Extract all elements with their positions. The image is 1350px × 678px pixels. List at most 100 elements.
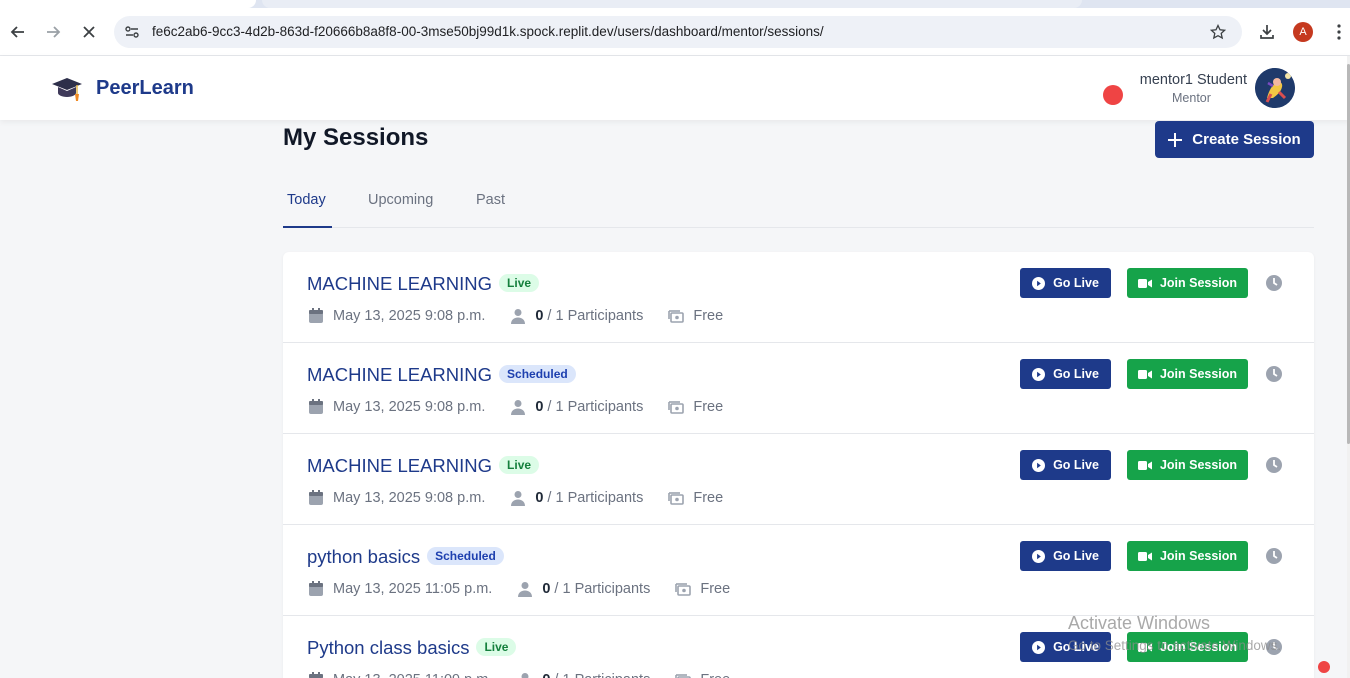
forward-icon[interactable]	[39, 18, 67, 46]
status-badge: Scheduled	[427, 547, 504, 565]
browser-tab-strip	[0, 0, 1350, 8]
session-card: MACHINE LEARNING Live May 13, 2025 9:08 p…	[283, 434, 1314, 525]
calendar-icon	[307, 580, 325, 598]
session-datetime: May 13, 2025 9:08 p.m.	[333, 399, 486, 415]
profile-avatar[interactable]: A	[1293, 22, 1313, 42]
back-icon[interactable]	[4, 18, 32, 46]
session-tabs: Today Upcoming Past	[283, 180, 1314, 228]
video-icon	[1137, 278, 1152, 288]
participants-joined: 0	[542, 581, 551, 597]
session-datetime: May 13, 2025 11:09 p.m.	[333, 672, 492, 678]
play-icon	[1032, 458, 1046, 472]
browser-tab[interactable]	[262, 0, 1082, 8]
user-icon	[509, 489, 527, 507]
star-icon[interactable]	[1208, 22, 1228, 42]
tab-past[interactable]: Past	[476, 192, 505, 208]
user-icon	[509, 307, 527, 325]
status-badge: Live	[499, 274, 540, 292]
status-dot	[1318, 661, 1330, 673]
session-datetime: May 13, 2025 9:08 p.m.	[333, 308, 486, 324]
play-icon	[1032, 367, 1046, 381]
windows-watermark: Activate Windows	[1068, 613, 1211, 633]
video-icon	[1137, 460, 1152, 470]
active-tab-indicator	[283, 226, 332, 228]
session-title[interactable]: MACHINE LEARNING	[307, 455, 492, 476]
join-session-button[interactable]: Join Session	[1127, 359, 1248, 389]
session-datetime: May 13, 2025 11:05 p.m.	[333, 581, 493, 597]
calendar-icon	[307, 671, 325, 678]
graduation-cap-icon[interactable]	[50, 74, 84, 104]
address-bar[interactable]: fe6c2ab6-9cc3-4d2b-863d-f20666b8a8f8-00-…	[114, 16, 1242, 48]
video-icon	[1137, 551, 1152, 561]
go-live-label: Go Live	[1053, 276, 1099, 290]
go-live-label: Go Live	[1053, 549, 1099, 563]
participants-capacity: / 1 Participants	[547, 399, 644, 415]
play-icon	[1032, 549, 1046, 563]
clock-icon[interactable]	[1265, 456, 1283, 474]
session-price: Free	[693, 399, 724, 415]
go-live-button[interactable]: Go Live	[1020, 359, 1111, 389]
calendar-icon	[307, 307, 325, 325]
join-session-button[interactable]: Join Session	[1127, 541, 1248, 571]
join-session-label: Join Session	[1159, 549, 1238, 563]
clock-icon[interactable]	[1265, 274, 1283, 292]
browser-toolbar: fe6c2ab6-9cc3-4d2b-863d-f20666b8a8f8-00-…	[0, 8, 1350, 56]
go-live-button[interactable]: Go Live	[1020, 268, 1111, 298]
session-title[interactable]: Python class basics	[307, 637, 469, 658]
money-icon	[667, 307, 685, 325]
join-session-label: Join Session	[1159, 276, 1238, 290]
tab-upcoming[interactable]: Upcoming	[368, 192, 433, 208]
go-live-label: Go Live	[1053, 458, 1099, 472]
site-settings-icon[interactable]	[122, 22, 142, 42]
url-text[interactable]: fe6c2ab6-9cc3-4d2b-863d-f20666b8a8f8-00-…	[152, 24, 824, 39]
session-title[interactable]: MACHINE LEARNING	[307, 364, 492, 385]
join-session-button[interactable]: Join Session	[1127, 268, 1248, 298]
participants-joined: 0	[535, 490, 544, 506]
menu-icon[interactable]	[1325, 18, 1350, 46]
download-icon[interactable]	[1253, 18, 1281, 46]
session-datetime: May 13, 2025 9:08 p.m.	[333, 490, 486, 506]
participants-joined: 0	[542, 672, 550, 678]
join-session-label: Join Session	[1159, 458, 1238, 472]
clock-icon[interactable]	[1265, 365, 1283, 383]
user-icon	[509, 398, 527, 416]
session-card: python basics Scheduled May 13, 2025 11:0…	[283, 525, 1314, 616]
participants-joined: 0	[535, 308, 544, 324]
brand-name[interactable]: PeerLearn	[96, 77, 194, 100]
profile-initial: A	[1299, 26, 1307, 38]
status-badge: Live	[476, 638, 517, 656]
app-header: PeerLearn mentor1 Student Mentor	[0, 56, 1350, 120]
browser-tab-active[interactable]	[0, 0, 256, 8]
money-icon	[667, 398, 685, 416]
money-icon	[674, 580, 692, 598]
tab-today[interactable]: Today	[287, 192, 326, 208]
go-live-button[interactable]: Go Live	[1020, 541, 1111, 571]
play-icon	[1032, 276, 1046, 290]
user-role: Mentor	[1172, 91, 1211, 105]
session-title[interactable]: MACHINE LEARNING	[307, 273, 492, 294]
create-session-button[interactable]: Create Session	[1155, 121, 1314, 158]
user-name: mentor1 Student	[1139, 72, 1247, 88]
participants-capacity: / 1 Participants	[554, 581, 651, 597]
stop-icon[interactable]	[75, 18, 103, 46]
clock-icon[interactable]	[1265, 547, 1283, 565]
create-session-label: Create Session	[1192, 131, 1301, 148]
go-live-label: Go Live	[1053, 367, 1099, 381]
user-icon	[516, 580, 534, 598]
session-price: Free	[693, 490, 724, 506]
user-icon	[516, 671, 534, 678]
go-live-button[interactable]: Go Live	[1020, 450, 1111, 480]
money-icon	[674, 671, 692, 678]
participants-capacity: / 1 Participants	[554, 672, 650, 678]
join-session-button[interactable]: Join Session	[1127, 450, 1248, 480]
page-title: My Sessions	[283, 124, 429, 151]
session-title[interactable]: python basics	[307, 546, 420, 567]
notification-dot[interactable]	[1103, 85, 1123, 105]
join-session-label: Join Session	[1159, 367, 1238, 381]
user-avatar[interactable]	[1255, 68, 1295, 108]
participants-joined: 0	[535, 399, 544, 415]
windows-watermark-sub: Go to Settings to activate Windows.	[1068, 638, 1282, 653]
calendar-icon	[307, 489, 325, 507]
status-badge: Live	[499, 456, 540, 474]
session-price: Free	[700, 672, 730, 678]
